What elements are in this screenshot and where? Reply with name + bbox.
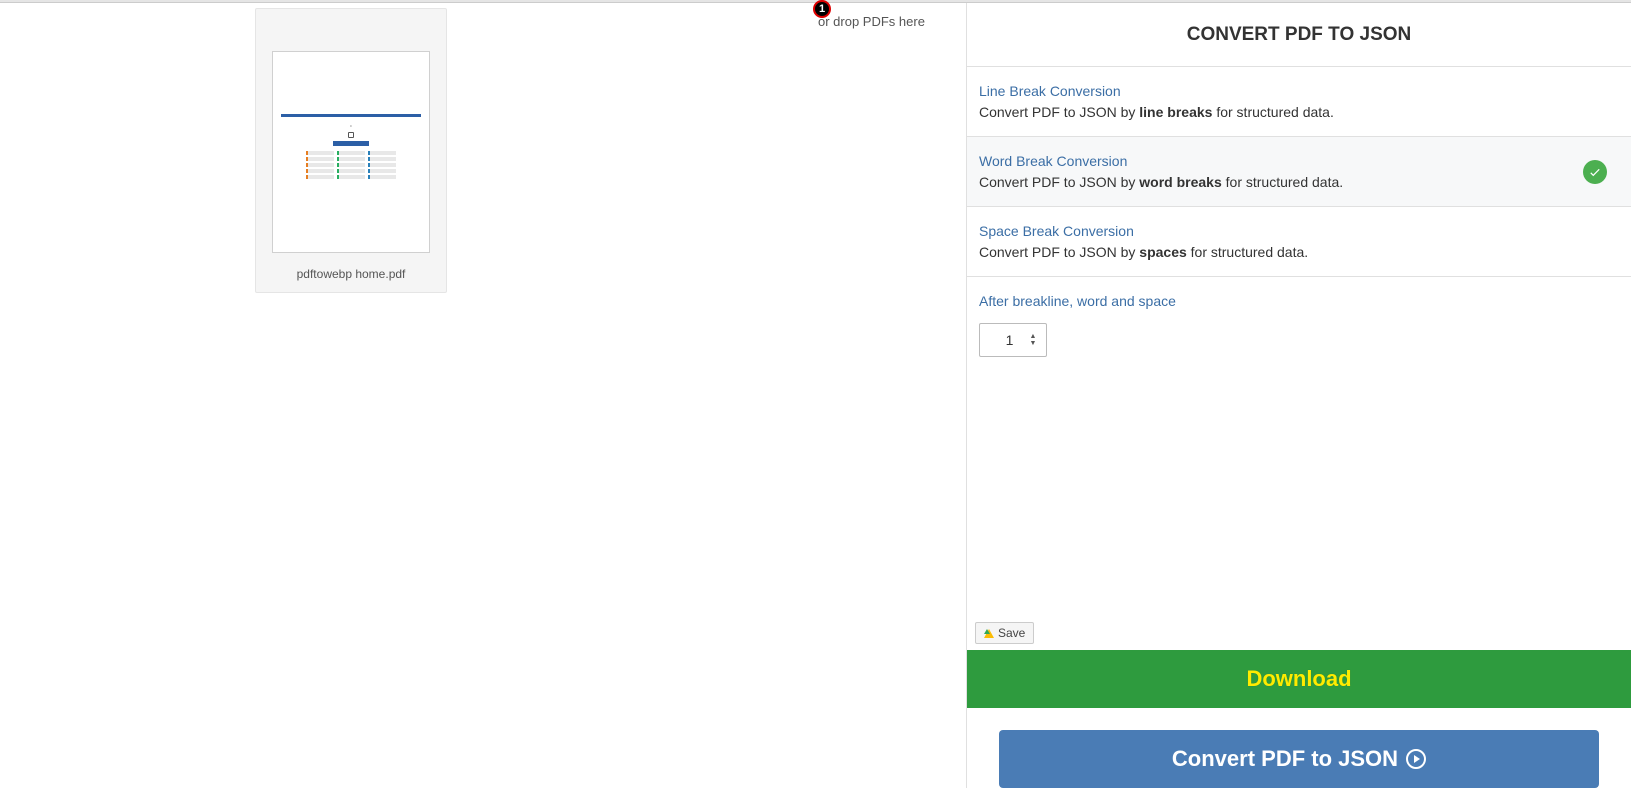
option-line-break[interactable]: Line Break Conversion Convert PDF to JSO… bbox=[967, 66, 1631, 136]
pdf-thumbnail: • bbox=[272, 51, 430, 253]
option-desc: Convert PDF to JSON by line breaks for s… bbox=[979, 104, 1601, 120]
option-space-break[interactable]: Space Break Conversion Convert PDF to JS… bbox=[967, 206, 1631, 276]
option-title: Word Break Conversion bbox=[979, 153, 1601, 169]
options-panel: CONVERT PDF TO JSON Line Break Conversio… bbox=[966, 0, 1631, 788]
file-card[interactable]: • pdftowebp home.pdf bbox=[255, 8, 447, 293]
dropzone-pane[interactable]: 1 or drop PDFs here • pdftowebp home.pdf bbox=[0, 0, 966, 788]
breakline-section: After breakline, word and space 1 ▲ ▼ bbox=[967, 276, 1631, 616]
panel-title: CONVERT PDF TO JSON bbox=[967, 0, 1631, 66]
file-count-badge: 1 bbox=[813, 0, 831, 18]
option-title: Space Break Conversion bbox=[979, 223, 1601, 239]
save-label: Save bbox=[998, 626, 1025, 640]
google-drive-icon bbox=[984, 629, 994, 638]
check-icon bbox=[1583, 160, 1607, 184]
drop-hint-text: or drop PDFs here bbox=[818, 14, 925, 29]
download-button[interactable]: Download bbox=[967, 650, 1631, 708]
stepper-down-icon[interactable]: ▼ bbox=[1030, 341, 1037, 347]
convert-row: Convert PDF to JSON bbox=[967, 708, 1631, 788]
stepper-value: 1 bbox=[990, 332, 1030, 348]
breakline-label: After breakline, word and space bbox=[979, 293, 1619, 309]
arrow-right-circle-icon bbox=[1406, 749, 1426, 769]
main-layout: 1 or drop PDFs here • pdftowebp home.pdf… bbox=[0, 0, 1631, 788]
file-name: pdftowebp home.pdf bbox=[297, 267, 406, 281]
stepper-up-icon[interactable]: ▲ bbox=[1030, 334, 1037, 340]
option-word-break[interactable]: Word Break Conversion Convert PDF to JSO… bbox=[967, 136, 1631, 206]
save-to-drive-button[interactable]: Save bbox=[975, 622, 1034, 644]
option-desc: Convert PDF to JSON by word breaks for s… bbox=[979, 174, 1601, 190]
option-title: Line Break Conversion bbox=[979, 83, 1601, 99]
option-desc: Convert PDF to JSON by spaces for struct… bbox=[979, 244, 1601, 260]
save-row: Save bbox=[967, 616, 1631, 650]
convert-button[interactable]: Convert PDF to JSON bbox=[999, 730, 1599, 788]
breakline-stepper[interactable]: 1 ▲ ▼ bbox=[979, 323, 1047, 357]
